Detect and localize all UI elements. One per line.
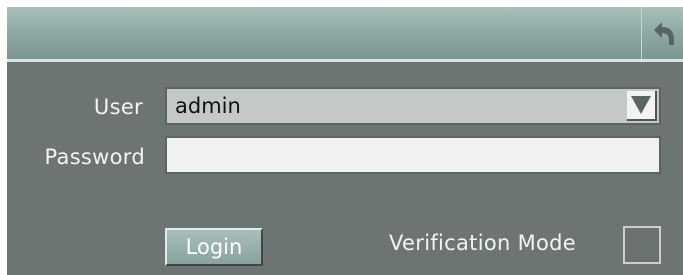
undo-arrow-icon [653, 22, 674, 45]
password-input[interactable] [165, 136, 661, 174]
user-select-value: admin [175, 94, 241, 118]
login-button[interactable]: Login [165, 228, 263, 266]
login-window: User admin Password Login Verification M… [7, 7, 683, 275]
title-bar [7, 7, 683, 59]
user-label: User [93, 95, 143, 119]
title-divider [7, 59, 683, 62]
dropdown-arrow-button[interactable] [627, 91, 657, 121]
user-select[interactable]: admin [165, 87, 661, 125]
verification-mode-label: Verification Mode [389, 231, 576, 255]
password-label: Password [44, 145, 145, 169]
back-button[interactable] [641, 7, 683, 59]
verification-mode-checkbox[interactable] [623, 226, 661, 264]
triangle-down-icon [631, 96, 651, 114]
